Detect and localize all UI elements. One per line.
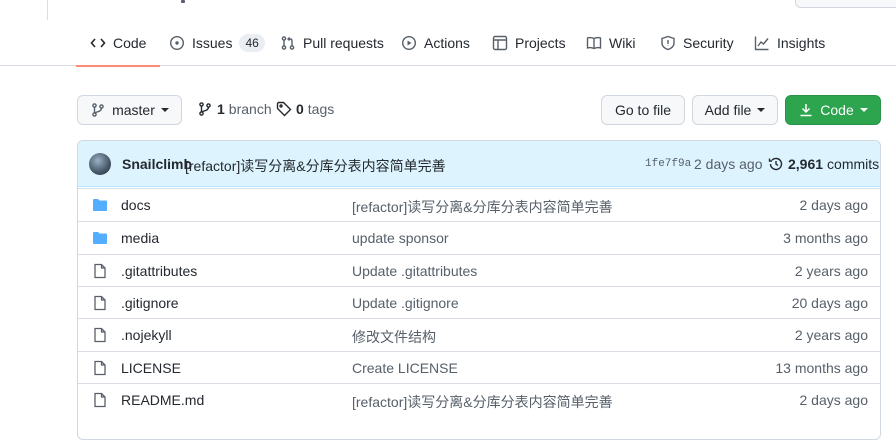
tab-label: Wiki xyxy=(609,35,636,51)
tab-label: Code xyxy=(113,35,147,51)
go-to-file-label: Go to file xyxy=(614,102,672,118)
file-age: 2 years ago xyxy=(794,263,868,279)
tab-projects[interactable]: Projects xyxy=(492,20,566,66)
tags-link[interactable]: 0 tags xyxy=(276,100,334,118)
file-commit-message[interactable]: Update .gitattributes xyxy=(352,263,477,279)
tab-issues[interactable]: Issues 46 xyxy=(169,20,265,66)
file-age: 13 months ago xyxy=(775,360,868,376)
file-commit-message[interactable]: update sponsor xyxy=(352,230,449,246)
play-icon xyxy=(401,35,417,51)
go-to-file-button[interactable]: Go to file xyxy=(601,95,685,125)
file-name[interactable]: .gitignore xyxy=(121,295,179,311)
commit-message[interactable]: [refactor]读写分离&分库分表内容简单完善 xyxy=(185,156,446,176)
file-row[interactable]: media update sponsor 3 months ago xyxy=(78,221,880,254)
file-age: 2 days ago xyxy=(799,197,869,213)
file-commit-message[interactable]: [refactor]读写分离&分库分表内容简单完善 xyxy=(352,392,613,412)
tab-pull-requests[interactable]: Pull requests xyxy=(280,20,384,66)
commit-author[interactable]: Snailclimb xyxy=(122,156,192,172)
file-commit-message[interactable]: [refactor]读写分离&分库分表内容简单完善 xyxy=(352,197,613,217)
file-commit-message[interactable]: Create LICENSE xyxy=(352,360,458,376)
tab-label: Issues xyxy=(192,35,233,51)
commit-sha[interactable]: 1fe7f9a xyxy=(645,158,691,170)
commits-history-link[interactable]: 2,961 commits xyxy=(768,156,879,172)
chevron-down-icon xyxy=(859,108,868,112)
file-row[interactable]: README.md [refactor]读写分离&分库分表内容简单完善 2 da… xyxy=(78,383,880,416)
branch-word: branch xyxy=(228,101,272,117)
tab-security[interactable]: Security xyxy=(660,20,734,66)
tab-wiki[interactable]: Wiki xyxy=(586,20,635,66)
file-row[interactable]: docs [refactor]读写分离&分库分表内容简单完善 2 days ag… xyxy=(78,188,880,221)
tag-icon xyxy=(276,101,292,117)
branch-select-button[interactable]: master xyxy=(77,95,182,125)
file-commit-message[interactable]: Update .gitignore xyxy=(352,295,459,311)
file-name[interactable]: .gitattributes xyxy=(121,263,197,279)
branch-name: master xyxy=(112,102,155,118)
truncated-text-fragment xyxy=(181,0,185,3)
file-icon xyxy=(94,295,106,311)
book-icon xyxy=(586,36,602,50)
git-branch-icon xyxy=(199,102,211,116)
file-commit-message[interactable]: 修改文件结构 xyxy=(352,327,436,347)
file-row[interactable]: .nojekyll 修改文件结构 2 years ago xyxy=(78,318,880,351)
issues-count-badge: 46 xyxy=(239,34,265,52)
file-browser: Snailclimb [refactor]读写分离&分库分表内容简单完善 1fe… xyxy=(77,140,881,440)
file-name[interactable]: media xyxy=(121,230,159,246)
top-button-fragment[interactable] xyxy=(795,0,896,8)
avatar[interactable] xyxy=(89,153,111,175)
add-file-button[interactable]: Add file xyxy=(692,95,778,125)
file-age: 2 days ago xyxy=(799,392,869,408)
commits-word: commits xyxy=(827,156,880,172)
code-icon xyxy=(90,38,106,48)
file-icon xyxy=(94,327,106,343)
tag-count: 0 xyxy=(296,101,304,117)
file-name[interactable]: README.md xyxy=(121,392,204,408)
tag-word: tags xyxy=(307,101,335,117)
branches-link[interactable]: 1 branch xyxy=(197,100,272,118)
tab-label: Pull requests xyxy=(303,35,384,51)
file-row[interactable]: .gitignore Update .gitignore 20 days ago xyxy=(78,286,880,319)
file-name[interactable]: LICENSE xyxy=(121,360,181,376)
tab-code[interactable]: Code xyxy=(75,20,162,67)
file-name[interactable]: docs xyxy=(121,197,151,213)
file-row[interactable]: .gitattributes Update .gitattributes 2 y… xyxy=(78,254,880,287)
tab-label: Projects xyxy=(515,35,566,51)
add-file-label: Add file xyxy=(704,102,752,118)
history-icon xyxy=(768,157,783,171)
tab-label: Actions xyxy=(424,35,470,51)
file-row[interactable]: LICENSE Create LICENSE 13 months ago xyxy=(78,351,880,384)
file-icon xyxy=(94,392,106,408)
tab-actions[interactable]: Actions xyxy=(401,20,470,66)
folder-icon xyxy=(93,199,107,211)
shield-icon xyxy=(661,35,675,51)
tab-label: Security xyxy=(683,35,734,51)
code-button-label: Code xyxy=(820,102,854,118)
folder-icon xyxy=(93,232,107,244)
tab-label: Insights xyxy=(777,35,826,51)
divider xyxy=(47,0,48,20)
file-icon xyxy=(94,360,106,376)
chevron-down-icon xyxy=(160,108,169,112)
download-icon xyxy=(800,104,812,117)
table-icon xyxy=(492,35,508,51)
code-button[interactable]: Code xyxy=(785,95,881,125)
commits-count: 2,961 xyxy=(788,156,824,172)
file-icon xyxy=(94,263,106,279)
repo-tab-nav: Code Issues 46 Pull requests Actions Pro… xyxy=(0,20,896,67)
file-age: 20 days ago xyxy=(791,295,868,311)
tab-insights[interactable]: Insights xyxy=(754,20,825,66)
file-age: 2 years ago xyxy=(794,327,868,343)
issue-opened-icon xyxy=(169,35,185,51)
file-name[interactable]: .nojekyll xyxy=(121,327,172,343)
branch-count: 1 xyxy=(217,101,225,117)
latest-commit-bar: Snailclimb [refactor]读写分离&分库分表内容简单完善 1fe… xyxy=(78,141,880,187)
file-age: 3 months ago xyxy=(783,230,868,246)
git-pull-request-icon xyxy=(281,36,295,50)
commit-date: 2 days ago xyxy=(694,156,763,172)
git-branch-icon xyxy=(92,103,104,117)
graph-icon xyxy=(754,36,769,51)
chevron-down-icon xyxy=(757,108,766,112)
